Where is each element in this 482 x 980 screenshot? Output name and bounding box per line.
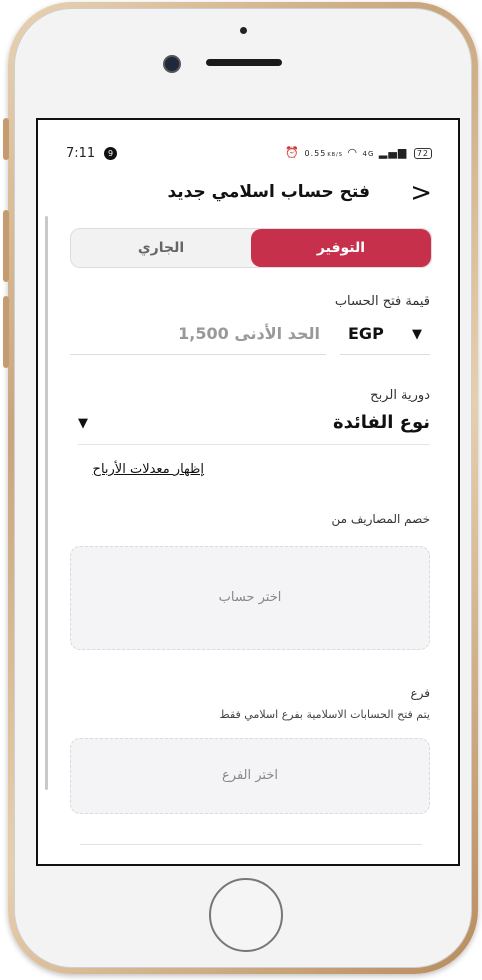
amount-input[interactable]: الحد الأدنى 1,500	[70, 318, 326, 355]
currency-code: EGP	[348, 324, 384, 343]
branch-label: فرع	[410, 686, 430, 700]
status-bar: 7:11 9 ⏰ 0.55KB/S ◠ 4G ▂▄▆ 72	[38, 144, 458, 166]
back-chevron-icon[interactable]: >	[410, 178, 432, 208]
earpiece-speaker	[206, 59, 282, 66]
wifi-icon: ◠	[347, 146, 359, 159]
status-icons: ⏰ 0.55KB/S ◠ 4G ▂▄▆ 72	[285, 146, 432, 159]
show-profit-rates-link[interactable]: إظهار معدلات الأرباح	[93, 462, 204, 477]
battery-icon: 72	[413, 148, 432, 159]
proximity-sensor	[240, 27, 247, 34]
choose-branch-picker[interactable]: اختر الفرع	[70, 738, 430, 814]
caret-down-icon: ▼	[78, 416, 88, 431]
network-type: 4G	[362, 150, 375, 158]
notification-badge: 9	[104, 147, 117, 160]
speed-unit: KB/S	[327, 152, 343, 158]
volume-up-button	[3, 210, 9, 282]
volume-down-button	[3, 296, 9, 368]
interest-type-value: نوع الفائدة	[332, 412, 430, 433]
status-time: 7:11	[66, 146, 96, 161]
home-button[interactable]	[209, 878, 283, 952]
scrollbar[interactable]	[45, 216, 48, 790]
signal-icon: ▂▄▆	[378, 146, 408, 159]
branch-note: يتم فتح الحسابات الاسلامية بفرع اسلامي ف…	[219, 708, 430, 721]
tab-savings-account[interactable]: التوفير	[251, 229, 431, 267]
top-nav: فتح حساب اسلامي جديد >	[38, 178, 458, 210]
alarm-icon: ⏰	[285, 146, 301, 159]
speed-value: 0.55	[304, 149, 327, 158]
opening-amount-row: الحد الأدنى 1,500 EGP ▼	[70, 318, 430, 355]
divider	[80, 844, 422, 845]
profit-frequency-label: دورية الربح	[370, 388, 430, 403]
currency-select[interactable]: EGP ▼	[340, 318, 430, 355]
tab-current-account[interactable]: الجاري	[71, 229, 251, 267]
front-camera	[163, 55, 181, 73]
profit-frequency-select[interactable]: نوع الفائدة ▼	[78, 408, 430, 445]
opening-amount-label: قيمة فتح الحساب	[334, 294, 430, 309]
mute-switch	[3, 118, 9, 160]
caret-down-icon: ▼	[412, 327, 422, 342]
debit-account-label: خصم المصاريف من	[331, 512, 430, 526]
amount-placeholder: الحد الأدنى 1,500	[178, 324, 320, 343]
app-screen: 7:11 9 ⏰ 0.55KB/S ◠ 4G ▂▄▆ 72 فتح حساب ا…	[36, 118, 460, 866]
account-type-toggle: الجاري التوفير	[70, 228, 432, 268]
page-title: فتح حساب اسلامي جديد	[167, 182, 370, 202]
choose-account-picker[interactable]: اختر حساب	[70, 546, 430, 650]
